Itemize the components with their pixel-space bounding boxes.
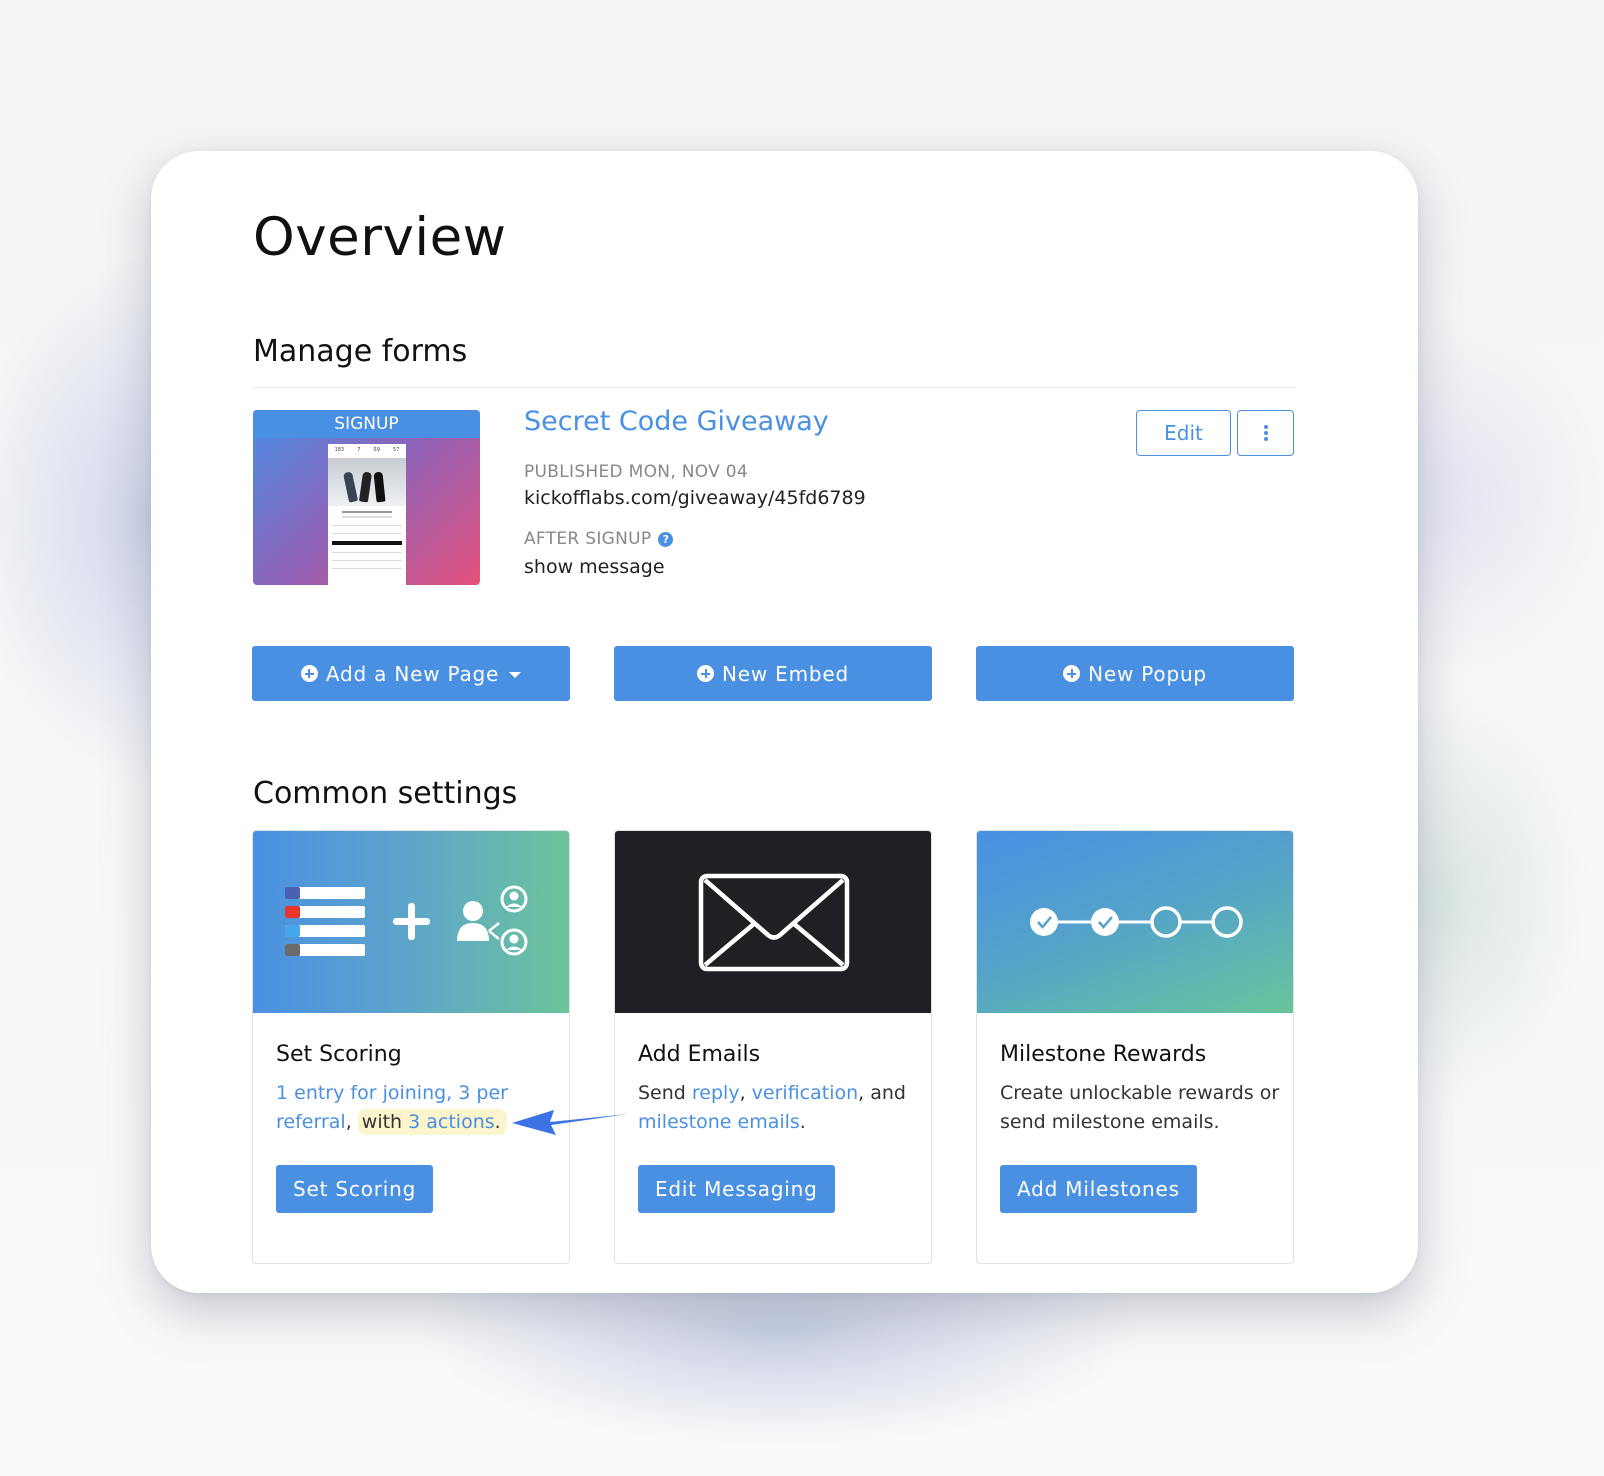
- actions-link[interactable]: 3 actions: [408, 1111, 495, 1133]
- preview-input: [332, 525, 402, 526]
- set-scoring-button[interactable]: Set Scoring: [276, 1165, 434, 1213]
- plus-circle-icon: [697, 665, 714, 682]
- reply-link[interactable]: reply: [692, 1082, 740, 1104]
- new-popup-label: New Popup: [1088, 661, 1207, 686]
- desc-text: Send: [638, 1082, 692, 1104]
- plus-icon: [393, 903, 430, 940]
- milestones-banner: [977, 831, 1293, 1013]
- preview-row: [332, 560, 402, 561]
- preview-submit: [332, 541, 402, 545]
- thumbnail-label: SIGNUP: [253, 410, 480, 438]
- scoring-list-plus-referral-icon: [285, 885, 528, 956]
- countdown-stats: 183 7 59 57: [328, 444, 406, 458]
- settings-card-emails: Add Emails Send reply, verification, and…: [614, 830, 932, 1264]
- settings-card-milestones: Milestone Rewards Create unlockable rewa…: [976, 830, 1294, 1264]
- add-new-page-button[interactable]: Add a New Page: [252, 646, 570, 701]
- phone-preview: 183 7 59 57: [328, 444, 406, 585]
- card-description: Send reply, verification, and milestone …: [638, 1079, 918, 1137]
- milestone-complete-icon: [1030, 908, 1058, 936]
- referral-users-icon: [457, 885, 528, 956]
- vertical-ellipsis-icon: [1263, 425, 1268, 441]
- form-title-link[interactable]: Secret Code Giveaway: [524, 406, 829, 437]
- stat-days: 183: [334, 447, 345, 453]
- common-settings-heading: Common settings: [253, 776, 518, 811]
- scoring-banner: [253, 831, 569, 1013]
- edit-button[interactable]: Edit: [1136, 410, 1231, 456]
- desc-text: .: [494, 1111, 501, 1133]
- verification-link[interactable]: verification: [752, 1082, 858, 1104]
- emails-banner: [615, 831, 931, 1013]
- milestone-pending-icon: [1211, 906, 1243, 938]
- after-signup-value: show message: [524, 556, 665, 578]
- caret-down-icon: [509, 671, 522, 678]
- stat-hours: 7: [357, 447, 361, 453]
- form-thumbnail[interactable]: SIGNUP 183 7 59 57: [253, 410, 480, 585]
- question-circle-icon[interactable]: ?: [658, 531, 674, 547]
- figure-shape: [373, 471, 386, 503]
- annotation-arrow-icon: [512, 1110, 628, 1135]
- plus-circle-icon: [300, 665, 318, 682]
- milestone-progress-icon: [1030, 906, 1243, 938]
- published-date: PUBLISHED MON, NOV 04: [524, 462, 748, 482]
- more-options-button[interactable]: [1237, 410, 1294, 456]
- new-embed-label: New Embed: [722, 661, 849, 686]
- desc-text: .: [799, 1111, 806, 1133]
- desc-text: ,: [345, 1111, 358, 1133]
- edit-messaging-button[interactable]: Edit Messaging: [638, 1165, 835, 1213]
- form-url[interactable]: kickofflabs.com/giveaway/45fd6789: [524, 487, 866, 509]
- add-new-page-label: Add a New Page: [325, 661, 500, 686]
- card-title: Milestone Rewards: [1000, 1042, 1207, 1067]
- highlighted-text: with 3 actions.: [357, 1109, 507, 1135]
- stat-seconds: 57: [393, 447, 400, 453]
- after-signup-label-text: AFTER SIGNUP: [524, 529, 652, 549]
- stat-minutes: 59: [373, 447, 380, 453]
- preview-photo: [328, 458, 406, 506]
- milestone-complete-icon: [1091, 908, 1119, 936]
- divider: [253, 387, 1295, 388]
- figure-shape: [358, 471, 373, 503]
- page-title: Overview: [253, 207, 507, 268]
- milestone-pending-icon: [1150, 906, 1182, 938]
- milestone-emails-link[interactable]: milestone emails: [638, 1111, 800, 1133]
- desc-text: with: [361, 1111, 409, 1133]
- preview-row: [332, 552, 402, 553]
- preview-subline: [342, 516, 392, 518]
- card-title: Add Emails: [638, 1042, 761, 1067]
- after-signup-label: AFTER SIGNUP ?: [524, 529, 674, 549]
- card-description: Create unlockable rewards or send milest…: [1000, 1082, 1280, 1133]
- desc-text: ,: [739, 1082, 752, 1104]
- preview-heading-line: [342, 511, 392, 513]
- desc-text: , and: [858, 1082, 906, 1104]
- envelope-icon: [698, 873, 850, 972]
- preview-row: [332, 568, 402, 569]
- list-icon: [285, 887, 365, 956]
- figure-shape: [342, 471, 359, 503]
- new-embed-button[interactable]: New Embed: [614, 646, 932, 701]
- card-title: Set Scoring: [276, 1042, 402, 1067]
- preview-input: [332, 533, 402, 534]
- overview-card: Overview Manage forms SIGNUP 183 7 59 57: [151, 151, 1418, 1293]
- plus-circle-icon: [1063, 665, 1081, 682]
- new-popup-button[interactable]: New Popup: [976, 646, 1294, 701]
- manage-forms-heading: Manage forms: [253, 334, 468, 369]
- settings-card-scoring: Set Scoring 1 entry for joining, 3 per r…: [252, 830, 570, 1264]
- add-milestones-button[interactable]: Add Milestones: [1000, 1165, 1197, 1213]
